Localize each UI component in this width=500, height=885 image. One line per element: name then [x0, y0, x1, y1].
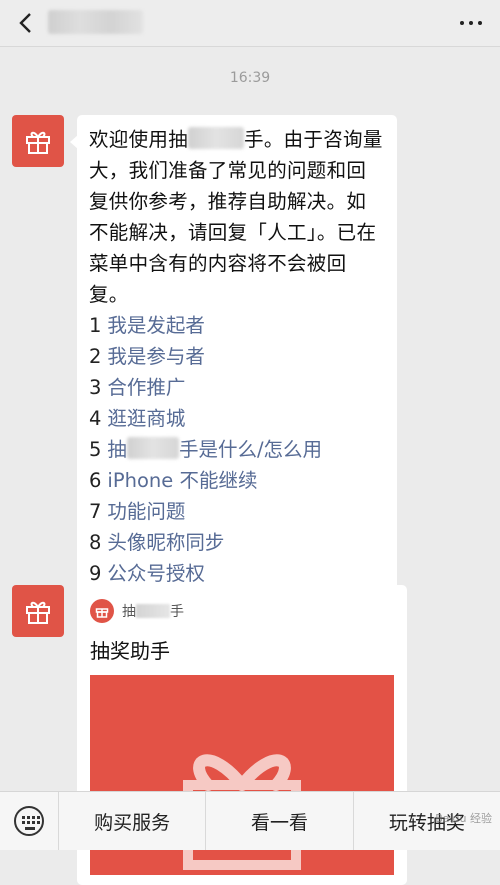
- blurred-text: [188, 127, 245, 149]
- message-timestamp: 16:39: [229, 70, 271, 86]
- faq-item[interactable]: 7 功能问题: [89, 496, 385, 527]
- gift-icon: [90, 599, 114, 623]
- gift-icon: [26, 601, 50, 624]
- faq-item[interactable]: 8 头像昵称同步: [89, 527, 385, 558]
- sender-avatar[interactable]: [12, 585, 64, 637]
- blurred-text: [136, 604, 170, 618]
- more-button[interactable]: [454, 12, 488, 34]
- sender-avatar[interactable]: [12, 115, 64, 167]
- menu-button-buy-service[interactable]: 购买服务: [59, 792, 207, 850]
- message-bubble: 欢迎使用抽 手。由于咨询量大，我们准备了常见的问题和回复供你参考，推荐自助解决。如…: [70, 115, 397, 598]
- faq-list: 1 我是发起者 2 我是参与者 3 合作推广 4 逛逛商城 5 抽手是什么/怎么用 6 iP…: [89, 310, 385, 589]
- keyboard-toggle-button[interactable]: [0, 792, 59, 850]
- more-dots-icon: [460, 21, 464, 25]
- faq-item[interactable]: 6 iPhone 不能继续: [89, 465, 385, 496]
- top-bar: [0, 0, 500, 47]
- menu-button-look[interactable]: 看一看: [206, 792, 354, 850]
- chevron-left-icon: [19, 13, 31, 33]
- back-button[interactable]: [10, 8, 40, 38]
- message-intro: 欢迎使用抽 手。由于咨询量大，我们准备了常见的问题和回复供你参考，推荐自助解决。如…: [89, 127, 383, 306]
- bottom-menu-bar: 购买服务 看一看 玩转抽奖: [0, 791, 500, 850]
- watermark: Baidu 经验: [435, 812, 492, 825]
- gift-icon: [26, 131, 50, 154]
- faq-item[interactable]: 3 合作推广: [89, 372, 385, 403]
- faq-item[interactable]: 4 逛逛商城: [89, 403, 385, 434]
- faq-item[interactable]: 5 抽手是什么/怎么用: [89, 434, 385, 465]
- keyboard-icon: [14, 806, 44, 836]
- faq-item[interactable]: 1 我是发起者: [89, 310, 385, 341]
- faq-item[interactable]: 2 我是参与者: [89, 341, 385, 372]
- chat-title-blurred: [48, 10, 143, 34]
- card-title: 抽奖助手: [90, 639, 170, 663]
- card-source: 抽手: [90, 599, 184, 623]
- blurred-text: [126, 437, 179, 459]
